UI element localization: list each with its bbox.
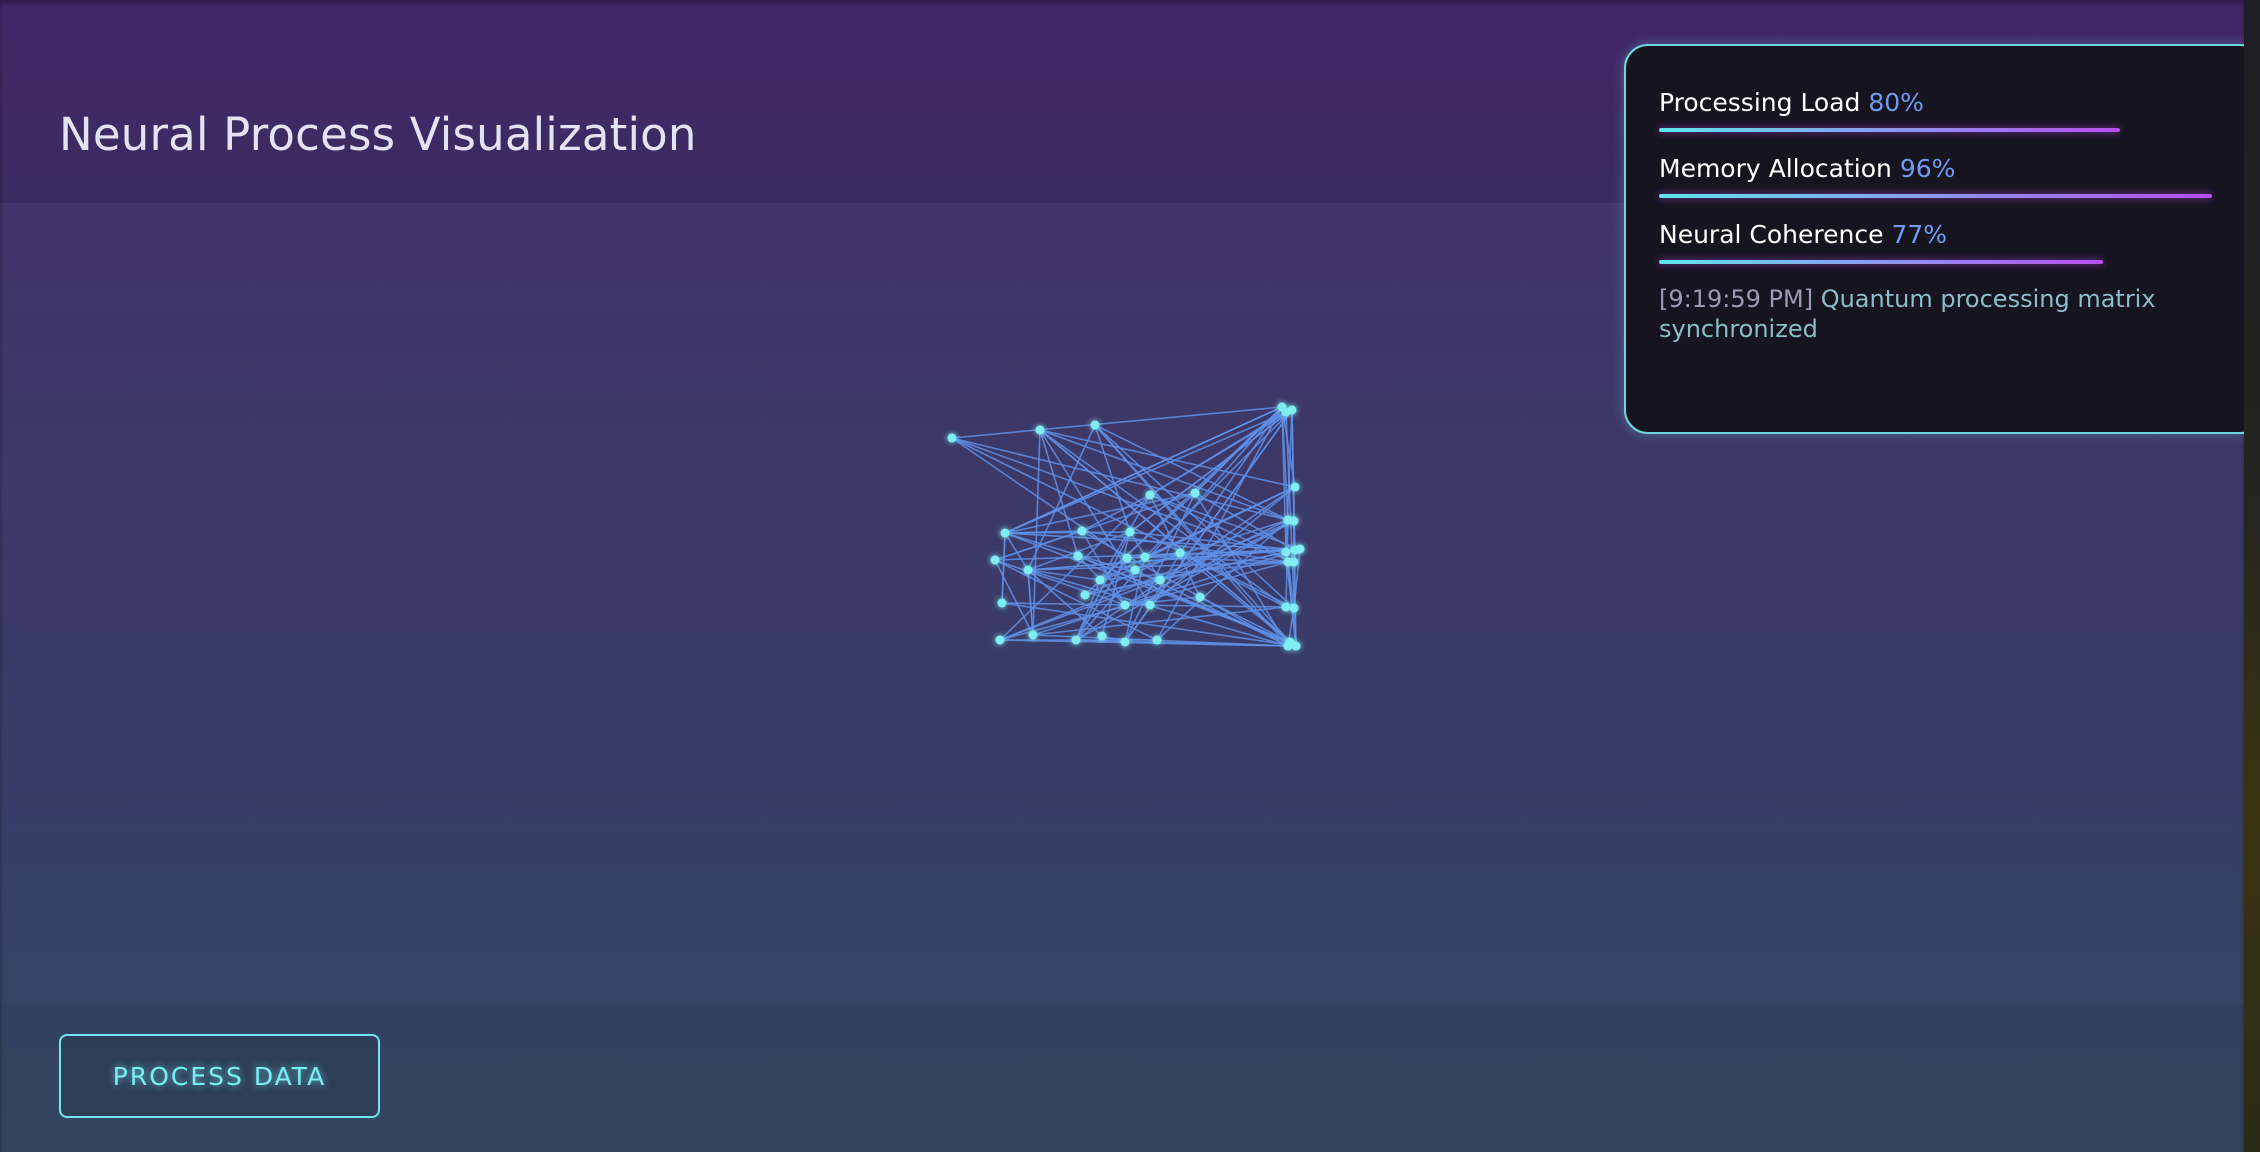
network-node [1122, 553, 1132, 563]
network-node [1097, 631, 1107, 641]
metric-label: Neural Coherence 77% [1659, 220, 1948, 249]
network-node [1289, 557, 1299, 567]
network-node [1035, 425, 1045, 435]
app-window: Neural Process Visualization Processing … [0, 0, 2244, 1152]
network-node [997, 598, 1007, 608]
window-edge [2244, 0, 2260, 1152]
metric-bar [1659, 194, 2212, 198]
metric-memory-allocation: Memory Allocation 96% [1659, 154, 2212, 198]
network-node [1000, 528, 1010, 538]
network-node [1281, 547, 1291, 557]
network-node [1095, 575, 1105, 585]
log-timestamp: [9:19:59 PM] [1659, 285, 1814, 313]
metric-bar [1659, 128, 2120, 132]
network-node [1175, 548, 1185, 558]
network-node [1195, 592, 1205, 602]
neural-network-graph[interactable] [930, 390, 1310, 670]
network-edge [1004, 406, 1283, 534]
network-node [990, 555, 1000, 565]
network-node [1289, 603, 1299, 613]
network-node [1290, 482, 1300, 492]
metric-value: 77% [1891, 220, 1948, 249]
network-edge [1039, 429, 1079, 557]
network-node [1283, 641, 1293, 651]
network-node [1120, 600, 1130, 610]
network-node [1152, 635, 1162, 645]
page-title: Neural Process Visualization [59, 108, 697, 161]
network-node [1289, 516, 1299, 526]
metric-value: 80% [1868, 88, 1924, 117]
network-node [1073, 551, 1083, 561]
network-node [1281, 602, 1291, 612]
network-node [1090, 420, 1100, 430]
network-node [1145, 600, 1155, 610]
network-node [1190, 488, 1200, 498]
network-node [1140, 552, 1150, 562]
metric-processing-load: Processing Load 80% [1659, 88, 2120, 132]
network-node [1145, 490, 1155, 500]
metric-value: 96% [1899, 154, 1956, 183]
network-node [1130, 565, 1140, 575]
metric-bar [1659, 260, 2103, 264]
network-edge [1001, 602, 1126, 606]
network-node [1077, 526, 1087, 536]
network-node [1291, 641, 1301, 651]
network-node [1155, 575, 1165, 585]
metric-neural-coherence: Neural Coherence 77% [1659, 220, 2103, 264]
network-node [1295, 544, 1305, 554]
process-data-button[interactable]: PROCESS DATA [59, 1034, 380, 1118]
network-edge [1001, 532, 1006, 604]
network-edge [1149, 411, 1287, 496]
metric-label: Memory Allocation 96% [1659, 154, 1956, 183]
network-node [1120, 637, 1130, 647]
status-log: [9:19:59 PM] Quantum processing matrix s… [1659, 284, 2219, 344]
network-node [995, 635, 1005, 645]
network-edge [951, 406, 1283, 439]
metrics-panel: Processing Load 80% Memory Allocation 96… [1624, 44, 2244, 434]
network-node [1023, 565, 1033, 575]
network-node [1125, 527, 1135, 537]
network-node [1080, 590, 1090, 600]
network-node [1071, 635, 1081, 645]
network-node [1287, 405, 1297, 415]
metric-label: Processing Load 80% [1659, 88, 1924, 117]
network-node [947, 433, 957, 443]
network-node [1028, 630, 1038, 640]
